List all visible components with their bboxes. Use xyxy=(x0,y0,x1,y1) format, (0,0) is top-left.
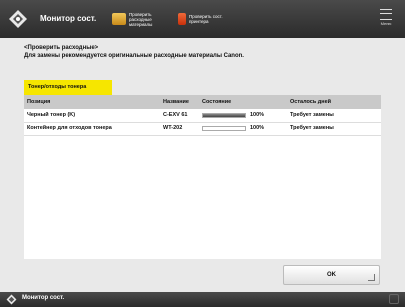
printer-status-icon xyxy=(178,13,186,25)
consumables-icon xyxy=(112,13,126,25)
table-row[interactable]: Контейнер для отходов тонера WT-202 100%… xyxy=(24,122,381,136)
row-item: Контейнер для отходов тонера xyxy=(27,125,112,131)
page-title: Монитор сост. xyxy=(40,14,97,23)
menu-icon xyxy=(380,9,392,20)
header-days: Осталось дней xyxy=(290,99,332,105)
header-item: Позиция xyxy=(27,99,51,105)
check-printer-label: Проверить сост. принтера xyxy=(189,14,223,24)
message: <Проверить расходные> Для замены рекомен… xyxy=(24,44,244,60)
table-row[interactable]: Черный тонер (K) C-EXV 61 100% Требует з… xyxy=(24,109,381,123)
status-monitor-icon xyxy=(6,294,17,305)
level-bar xyxy=(202,113,246,118)
row-name: WT-202 xyxy=(163,125,183,131)
message-line-2: Для замены рекомендуется оригинальные ра… xyxy=(24,53,244,59)
row-item: Черный тонер (K) xyxy=(27,112,76,118)
top-bar: Монитор сост. Проверить расходные матери… xyxy=(0,0,405,38)
row-level-text: 100% xyxy=(250,125,265,131)
row-level-text: 100% xyxy=(250,112,265,118)
corner-icon xyxy=(368,274,375,281)
menu-label: Меню xyxy=(380,21,392,26)
footer-label: Монитор сост. xyxy=(22,295,65,301)
tab-toner[interactable]: Тонер/отходы тонера xyxy=(24,80,112,95)
check-printer-button[interactable]: Проверить сост. принтера xyxy=(178,10,227,28)
check-consumables-button[interactable]: Проверить расходные материалы xyxy=(112,10,163,28)
row-name: C-EXV 61 xyxy=(163,112,188,118)
level-bar xyxy=(202,126,246,131)
consumables-table: Позиция Название Состояние Осталось дней… xyxy=(24,95,381,259)
table-header: Позиция Название Состояние Осталось дней xyxy=(24,95,381,109)
level-fill xyxy=(203,114,245,117)
ok-label: OK xyxy=(327,272,336,278)
bottom-bar: Монитор сост. xyxy=(0,292,405,307)
footer-icon[interactable] xyxy=(389,294,399,304)
header-name: Название xyxy=(163,99,189,105)
row-days: Требует замены xyxy=(290,125,334,131)
check-consumables-label: Проверить расходные материалы xyxy=(129,11,153,27)
status-monitor-icon xyxy=(9,10,27,28)
message-line-1: <Проверить расходные> xyxy=(24,45,99,51)
row-days: Требует замены xyxy=(290,112,334,118)
menu-button[interactable]: Меню xyxy=(379,9,393,29)
ok-button[interactable]: OK xyxy=(283,265,380,285)
header-status: Состояние xyxy=(202,99,232,105)
